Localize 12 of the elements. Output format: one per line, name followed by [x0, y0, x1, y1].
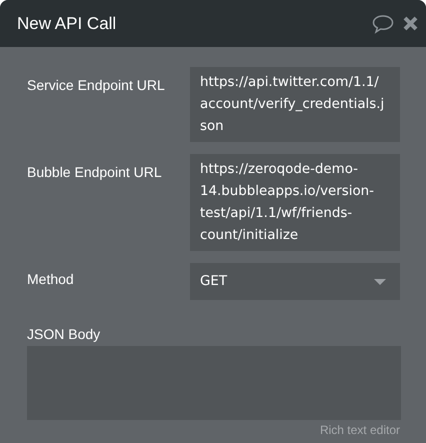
editor-hint: Rich text editor	[320, 423, 400, 437]
caret-icon	[374, 278, 386, 284]
comment-icon[interactable]	[371, 14, 395, 34]
field-label: JSON Body	[27, 326, 102, 344]
url-field[interactable]: https://zeroqode-demo-14.bubbleapps.io/version-test/api/1.1/wf/friends-count/initialize	[190, 154, 400, 251]
field-label: Service Endpoint URL	[27, 76, 166, 95]
url-field[interactable]: https://api.twitter.com/1.1/account/verify_credentials.json	[190, 67, 400, 142]
field-label: Method	[27, 270, 75, 289]
field-label: Bubble Endpoint URL	[27, 163, 163, 182]
window-title: New API Call	[17, 14, 118, 34]
method-dropdown[interactable]: GET	[190, 263, 400, 300]
close-icon[interactable]	[403, 16, 418, 31]
